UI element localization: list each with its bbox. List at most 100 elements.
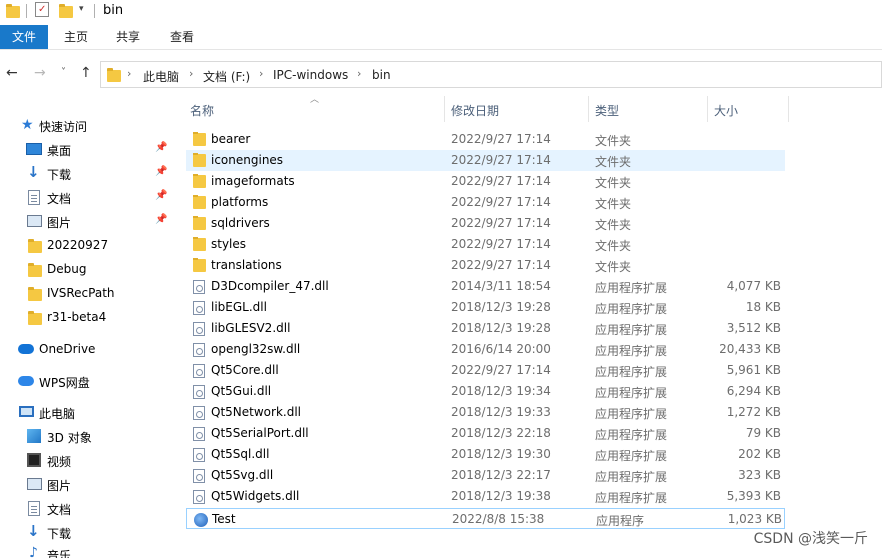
file-row[interactable]: Qt5Core.dll 2022/9/27 17:14 应用程序扩展 5,961 KB (186, 360, 785, 381)
sidebar-item-downloads[interactable]: ↓ 下载 📌 (0, 162, 186, 184)
file-row[interactable]: libGLESV2.dll 2018/12/3 19:28 应用程序扩展 3,512 … (186, 318, 785, 339)
recent-locations-chevron-icon[interactable]: ˅ (61, 67, 66, 78)
file-row[interactable]: platforms 2022/9/27 17:14 文件夹 (186, 192, 785, 213)
file-row[interactable]: Qt5Gui.dll 2018/12/3 19:34 应用程序扩展 6,294 KB (186, 381, 785, 402)
file-size: 5,393 KB (726, 489, 781, 503)
file-size: 202 KB (738, 447, 781, 461)
sidebar-item-r31-beta4[interactable]: r31-beta4 (0, 306, 186, 328)
sidebar-item-ivsrecpath[interactable]: IVSRecPath (0, 282, 186, 304)
file-type: 应用程序扩展 (595, 344, 668, 358)
breadcrumb-drive[interactable]: 文档 (F:) (203, 68, 250, 85)
document-icon (28, 501, 40, 516)
breadcrumb-ipc-windows[interactable]: IPC-windows (273, 68, 348, 82)
tab-share[interactable]: 共享 (108, 25, 148, 49)
chevron-right-icon[interactable]: › (127, 67, 131, 80)
file-type: 应用程序扩展 (595, 365, 668, 379)
file-name: Qt5Core.dll (211, 363, 279, 377)
file-row[interactable]: translations 2022/9/27 17:14 文件夹 (186, 255, 785, 276)
address-bar[interactable]: › 此电脑 › 文档 (F:) › IPC-windows › bin (100, 61, 882, 88)
file-row[interactable]: Qt5SerialPort.dll 2018/12/3 22:18 应用程序扩展 79… (186, 423, 785, 444)
file-date: 2016/6/14 20:00 (451, 342, 551, 356)
file-row[interactable]: libEGL.dll 2018/12/3 19:28 应用程序扩展 18 KB (186, 297, 785, 318)
sidebar-item-pc-downloads[interactable]: ↓ 下载 (0, 521, 186, 543)
column-header-name[interactable]: 名称 (184, 96, 444, 122)
file-row[interactable]: iconengines 2022/9/27 17:14 文件夹 (186, 150, 785, 171)
window-title: bin (103, 3, 124, 18)
chevron-right-icon[interactable]: › (259, 67, 263, 80)
new-folder-icon[interactable] (59, 4, 73, 18)
folder-icon (193, 195, 206, 209)
file-row[interactable]: Qt5Svg.dll 2018/12/3 22:17 应用程序扩展 323 KB (186, 465, 785, 486)
back-arrow-icon[interactable]: ← (6, 65, 18, 81)
file-type: 文件夹 (595, 197, 632, 211)
file-type: 应用程序扩展 (595, 491, 668, 505)
file-type: 文件夹 (595, 176, 632, 190)
folder-icon (28, 311, 42, 325)
navigation-bar: ← → ˅ ↑ › 此电脑 › 文档 (F:) › IPC-windows › … (0, 58, 882, 90)
sidebar-item-3d-objects[interactable]: 3D 对象 (0, 425, 186, 447)
file-date: 2022/8/8 15:38 (452, 512, 545, 526)
file-name: D3Dcompiler_47.dll (211, 279, 329, 293)
properties-icon[interactable]: ✓ (35, 2, 49, 17)
column-header-date[interactable]: 修改日期 (445, 96, 589, 122)
up-arrow-icon[interactable]: ↑ (80, 65, 92, 81)
file-row[interactable]: D3Dcompiler_47.dll 2014/3/11 18:54 应用程序扩展 4… (186, 276, 785, 297)
folder-icon (6, 4, 20, 18)
breadcrumb-this-pc[interactable]: 此电脑 (143, 68, 179, 85)
sidebar-item-onedrive[interactable]: OneDrive (0, 338, 186, 360)
sidebar-item-wps[interactable]: WPS网盘 (0, 370, 186, 392)
chevron-right-icon[interactable]: › (189, 67, 193, 80)
column-header-size[interactable]: 大小 (708, 96, 788, 122)
file-name: Qt5Network.dll (211, 405, 301, 419)
column-header-type[interactable]: 类型 (589, 96, 707, 122)
file-date: 2018/12/3 19:30 (451, 447, 551, 461)
file-type: 文件夹 (595, 218, 632, 232)
file-row[interactable]: Test 2022/8/8 15:38 应用程序 1,023 KB (186, 508, 785, 529)
file-type: 应用程序扩展 (595, 323, 668, 337)
file-row[interactable]: opengl32sw.dll 2016/6/14 20:00 应用程序扩展 20,43… (186, 339, 785, 360)
file-type: 文件夹 (595, 239, 632, 253)
title-separator (26, 4, 27, 18)
sidebar-item-pictures[interactable]: 图片 📌 (0, 210, 186, 232)
file-date: 2014/3/11 18:54 (451, 279, 551, 293)
sidebar-item-music[interactable]: ♪ 音乐 (0, 543, 186, 558)
file-type: 文件夹 (595, 134, 632, 148)
tab-view[interactable]: 查看 (162, 25, 202, 49)
sidebar-item-debug[interactable]: Debug (0, 258, 186, 280)
file-type: 应用程序扩展 (595, 386, 668, 400)
sidebar-item-20220927[interactable]: 20220927 (0, 234, 186, 256)
file-row[interactable]: styles 2022/9/27 17:14 文件夹 (186, 234, 785, 255)
file-date: 2018/12/3 19:34 (451, 384, 551, 398)
file-row[interactable]: Qt5Sql.dll 2018/12/3 19:30 应用程序扩展 202 KB (186, 444, 785, 465)
file-date: 2018/12/3 19:38 (451, 489, 551, 503)
sidebar-item-videos[interactable]: 视频 (0, 449, 186, 471)
sidebar-item-pc-documents[interactable]: 文档 (0, 497, 186, 519)
chevron-right-icon[interactable]: › (357, 67, 361, 80)
sidebar-item-documents[interactable]: 文档 📌 (0, 186, 186, 208)
file-type: 应用程序扩展 (595, 428, 668, 442)
sidebar-item-desktop[interactable]: 桌面 📌 (0, 138, 186, 160)
file-row[interactable]: sqldrivers 2022/9/27 17:14 文件夹 (186, 213, 785, 234)
application-icon (194, 513, 208, 527)
sidebar-item-this-pc[interactable]: 此电脑 (0, 401, 186, 423)
file-row[interactable]: imageformats 2022/9/27 17:14 文件夹 (186, 171, 785, 192)
file-date: 2022/9/27 17:14 (451, 258, 551, 272)
file-date: 2022/9/27 17:14 (451, 363, 551, 377)
customize-toolbar-icon[interactable]: ▾ (79, 4, 84, 14)
tab-file[interactable]: 文件 (0, 25, 48, 49)
dll-file-icon (193, 364, 205, 378)
file-row[interactable]: bearer 2022/9/27 17:14 文件夹 (186, 129, 785, 150)
forward-arrow-icon[interactable]: → (34, 65, 46, 81)
document-icon (28, 190, 40, 205)
sidebar-item-pc-pictures[interactable]: 图片 (0, 473, 186, 495)
breadcrumb-bin[interactable]: bin (372, 68, 391, 82)
tab-home[interactable]: 主页 (56, 25, 96, 49)
file-date: 2022/9/27 17:14 (451, 132, 551, 146)
file-row[interactable]: Qt5Widgets.dll 2018/12/3 19:38 应用程序扩展 5,393… (186, 486, 785, 507)
column-divider[interactable] (788, 96, 789, 122)
ribbon-tabs: 文件 主页 共享 查看 (0, 25, 882, 50)
sidebar-item-quick-access[interactable]: ★ 快速访问 (0, 114, 186, 136)
cloud-icon (18, 344, 34, 354)
file-row[interactable]: Qt5Network.dll 2018/12/3 19:33 应用程序扩展 1,272… (186, 402, 785, 423)
file-name: Qt5Svg.dll (211, 468, 274, 482)
